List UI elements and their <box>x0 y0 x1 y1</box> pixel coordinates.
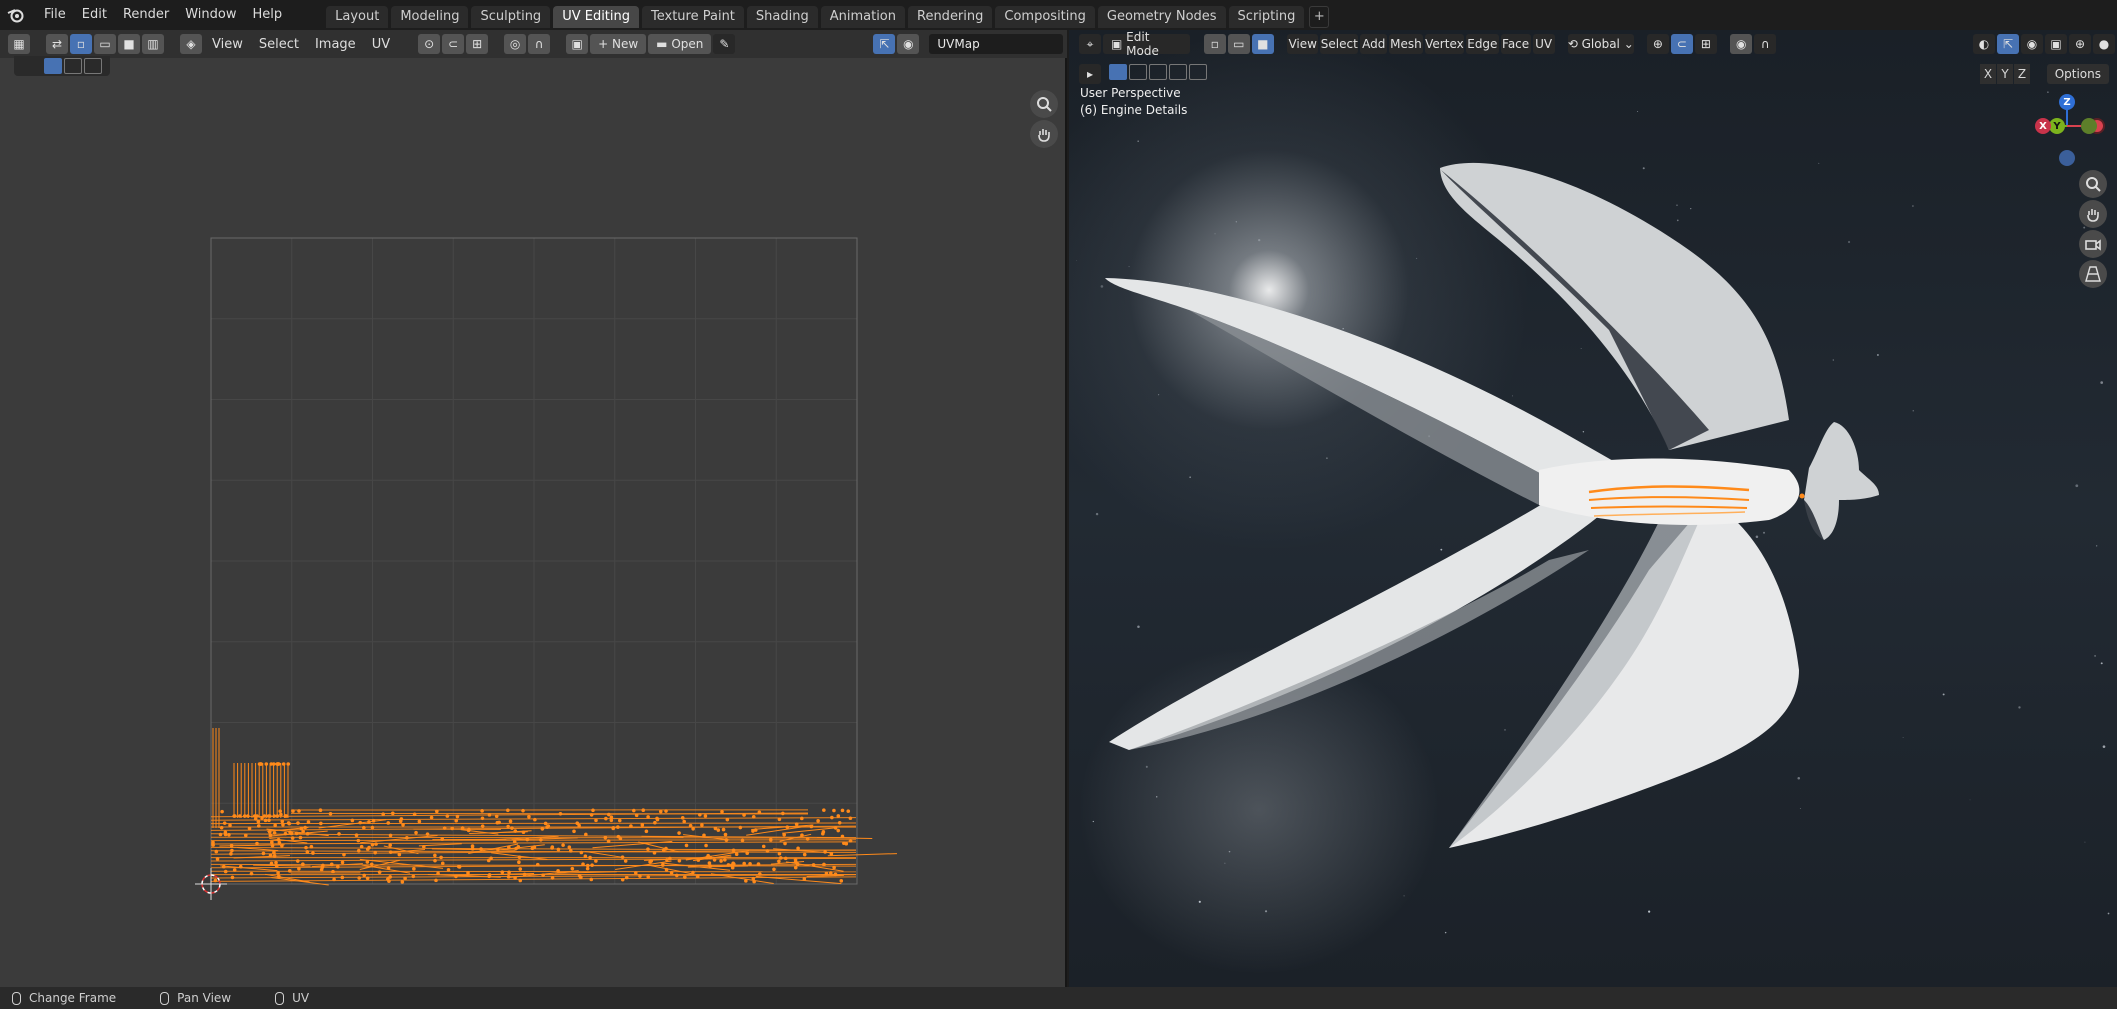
menu-render[interactable]: Render <box>115 3 177 27</box>
snap-target-icon[interactable]: ⊞ <box>466 34 489 54</box>
mouse-left-icon <box>12 991 21 1005</box>
uv-canvas[interactable] <box>0 58 1067 987</box>
gizmo-neg-y-icon[interactable] <box>2081 118 2097 134</box>
perspective-toggle-icon[interactable] <box>2079 260 2107 288</box>
zoom-icon[interactable] <box>1030 90 1058 118</box>
editor-type-icon[interactable]: ▦ <box>8 34 30 54</box>
uv-menu-select[interactable]: Select <box>251 37 307 52</box>
tab-modeling[interactable]: Modeling <box>391 6 469 28</box>
mouse-middle-icon <box>160 991 170 1005</box>
tab-rendering[interactable]: Rendering <box>908 6 993 28</box>
sync-selection-icon[interactable]: ⇄ <box>46 34 68 54</box>
navigation-gizmo[interactable]: Z Y X <box>2027 88 2107 168</box>
face-select-icon[interactable]: ■ <box>118 34 140 54</box>
edge-select-icon[interactable]: ▭ <box>94 34 116 54</box>
new-image-label: New <box>611 37 639 51</box>
open-image-button[interactable]: ▬ Open <box>648 34 712 54</box>
gizmo-x-icon[interactable]: X <box>2035 118 2051 134</box>
uv-islands[interactable] <box>210 728 897 886</box>
pin-icon[interactable]: ✎ <box>713 34 736 54</box>
camera-view-icon[interactable] <box>2079 230 2107 258</box>
uv-menu-view[interactable]: View <box>204 37 251 52</box>
menu-file[interactable]: File <box>36 3 74 27</box>
tab-layout[interactable]: Layout <box>326 6 389 28</box>
tab-sculpting[interactable]: Sculpting <box>471 6 551 28</box>
status-bar: Change Frame Pan View UV <box>0 987 2117 1009</box>
snap-icon[interactable]: ⊂ <box>442 34 465 54</box>
status-uv: UV <box>275 991 309 1005</box>
2d-cursor-icon[interactable] <box>195 868 227 900</box>
mouse-right-icon <box>275 991 285 1005</box>
workspace-tabs: Layout Modeling Sculpting UV Editing Tex… <box>326 2 1330 28</box>
uv-menu-uv[interactable]: UV <box>364 37 398 52</box>
sticky-select-icon[interactable]: ◈ <box>180 34 202 54</box>
gizmo-y-icon[interactable]: Y <box>2049 118 2065 134</box>
menu-help[interactable]: Help <box>245 3 291 27</box>
3d-viewport[interactable]: ⌖ ▣ Edit Mode ▫ ▭ ■ View Select Add Mesh… <box>1069 30 2117 987</box>
tab-shading[interactable]: Shading <box>746 6 818 28</box>
gizmo-z-icon[interactable]: Z <box>2059 94 2075 110</box>
overlay-toggle-icon[interactable]: ◉ <box>897 34 920 54</box>
status-uv-label: UV <box>292 991 310 1005</box>
falloff-icon[interactable]: ∩ <box>528 34 551 54</box>
menu-edit[interactable]: Edit <box>74 3 115 27</box>
tab-animation[interactable]: Animation <box>820 6 905 28</box>
menu-window[interactable]: Window <box>177 3 244 27</box>
tab-geometry-nodes[interactable]: Geometry Nodes <box>1097 6 1226 28</box>
status-change-frame: Change Frame <box>12 991 116 1005</box>
gizmo-toggle-icon[interactable]: ⇱ <box>873 34 896 54</box>
vp-pan-hand-icon[interactable] <box>2079 200 2107 228</box>
pivot-icon[interactable]: ⊙ <box>418 34 441 54</box>
add-workspace-button[interactable]: + <box>1309 6 1330 28</box>
tab-compositing[interactable]: Compositing <box>995 6 1095 28</box>
status-pan-view-label: Pan View <box>177 991 232 1005</box>
uv-editor-header: ▦ ⇄ ▫ ▭ ■ ▥ ◈ View Select Image UV ⊙ ⊂ ⊞… <box>0 30 1067 58</box>
pan-hand-icon[interactable] <box>1030 120 1058 148</box>
gizmo-neg-z-icon[interactable] <box>2059 150 2075 166</box>
spaceship-model <box>1105 162 1879 848</box>
uv-menu-image[interactable]: Image <box>307 37 364 52</box>
viewport-scene <box>1076 91 2110 934</box>
uv-grid <box>211 238 857 884</box>
island-select-icon[interactable]: ▥ <box>142 34 164 54</box>
vp-zoom-icon[interactable] <box>2079 170 2107 198</box>
status-change-frame-label: Change Frame <box>29 991 117 1005</box>
image-browse-icon[interactable]: ▣ <box>566 34 589 54</box>
vertex-select-icon[interactable]: ▫ <box>70 34 92 54</box>
uvmap-field[interactable]: UVMap <box>929 34 1064 54</box>
new-image-button[interactable]: + New <box>590 34 647 54</box>
uv-editor: ▦ ⇄ ▫ ▭ ■ ▥ ◈ View Select Image UV ⊙ ⊂ ⊞… <box>0 30 1067 987</box>
top-bar: File Edit Render Window Help Layout Mode… <box>0 0 2117 30</box>
tab-texture-paint[interactable]: Texture Paint <box>642 6 744 28</box>
blender-logo-icon[interactable] <box>6 5 26 25</box>
status-pan-view: Pan View <box>160 991 231 1005</box>
proportional-edit-icon[interactable]: ◎ <box>504 34 527 54</box>
open-image-label: Open <box>671 37 704 51</box>
tab-uv-editing[interactable]: UV Editing <box>553 6 640 28</box>
tab-scripting[interactable]: Scripting <box>1228 6 1305 28</box>
